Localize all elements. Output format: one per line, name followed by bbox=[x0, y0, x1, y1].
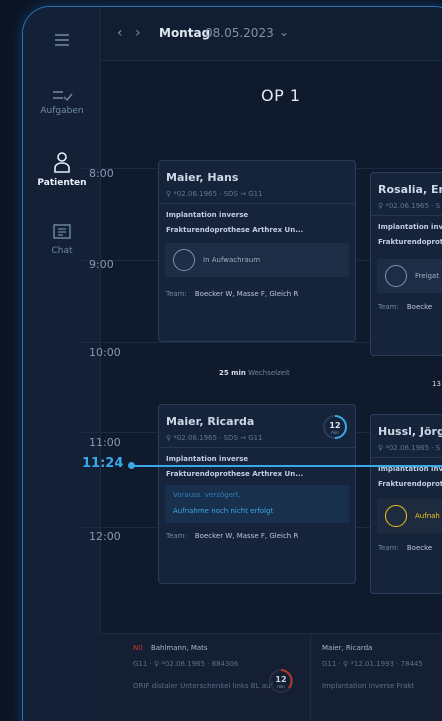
chat-icon bbox=[53, 224, 71, 239]
room-header: OP 1 bbox=[101, 61, 442, 161]
bottom-timer-ring: 12 min bbox=[268, 668, 294, 694]
procedure-line-2: Frakturendoprot bbox=[378, 238, 442, 246]
patient-name: Rosalia, Ema bbox=[378, 183, 442, 196]
chevron-down-icon[interactable]: ⌄ bbox=[279, 25, 289, 39]
time-label: 9:00 bbox=[89, 258, 114, 271]
procedure-line-1: Implantation inverse bbox=[166, 211, 249, 219]
bottom-item-procedure: ORIF distaler Unterschenkel links BL auf bbox=[133, 682, 273, 690]
procedure-line-2: Frakturendoprothese Arthrex Un... bbox=[166, 470, 304, 478]
status-text: Freigat bbox=[415, 272, 439, 280]
bottom-panel: N0 Bahlmann, Mats G11 · ♀ *02.06.1965 · … bbox=[100, 633, 442, 721]
tablet-frame: Aufgaben Patienten Chat ‹ › Montag 08.05… bbox=[22, 6, 442, 721]
team-members: Boecker W, Masse F, Gleich R bbox=[194, 290, 299, 298]
status-text: Aufnah bbox=[415, 512, 440, 520]
patient-name: Bahlmann, Mats bbox=[150, 644, 208, 652]
admission-text: Aufnahme noch nicht erfolgt bbox=[173, 507, 274, 515]
divider bbox=[310, 634, 311, 721]
current-time-line bbox=[131, 465, 442, 467]
sidebar-item-aufgaben[interactable]: Aufgaben bbox=[23, 87, 101, 116]
team-members: Boecke bbox=[406, 544, 433, 552]
status-text: In Aufwachraum bbox=[203, 256, 261, 264]
patient-meta: ♀ *02.06.1965 · S bbox=[378, 202, 441, 210]
room-title: OP 1 bbox=[261, 86, 301, 105]
sidebar-item-chat[interactable]: Chat bbox=[23, 223, 101, 256]
date-toolbar: ‹ › Montag 08.05.2023 ⌄ bbox=[101, 7, 442, 61]
delay-text: Vorauss. verzögert. bbox=[173, 491, 241, 499]
current-time: 11:24 bbox=[82, 456, 124, 471]
team-members: Boecke bbox=[406, 303, 433, 311]
surgery-card[interactable]: Maier, Ricarda ♀ *02.06.1965 · SDS → G11… bbox=[158, 404, 356, 584]
prev-day-button[interactable]: ‹ bbox=[117, 25, 131, 41]
team-label: Team: bbox=[378, 544, 399, 552]
bottom-item-meta: G11 · ♀ *12.01.1993 · 78445 bbox=[322, 660, 423, 668]
check-circle-icon bbox=[385, 265, 407, 287]
time-label: 11:00 bbox=[89, 436, 121, 449]
divider bbox=[159, 203, 355, 204]
date-day[interactable]: Montag bbox=[159, 26, 210, 40]
team: Team: Boecke bbox=[378, 544, 432, 552]
changeover-time: 25 min Wechselzeit bbox=[219, 369, 290, 377]
time-label: 8:00 bbox=[89, 167, 114, 180]
divider bbox=[159, 447, 355, 448]
timer-unit: min bbox=[277, 684, 285, 689]
team-label: Team: bbox=[378, 303, 399, 311]
procedure-line-1: Implantation inve bbox=[378, 223, 442, 231]
status-row: In Aufwachraum bbox=[165, 243, 349, 277]
patient-name: Maier, Ricarda bbox=[166, 415, 255, 428]
changeover-value-2: 13 bbox=[432, 380, 441, 388]
timer-unit: min bbox=[331, 430, 339, 435]
divider bbox=[371, 215, 442, 216]
bottom-item-bahlmann[interactable]: N0 Bahlmann, Mats bbox=[133, 644, 208, 652]
divider bbox=[371, 457, 442, 458]
surgery-card[interactable]: Hussl, Jörg ♀ *02.06.1965 · S Implantati… bbox=[370, 414, 442, 594]
sidebar: Aufgaben Patienten Chat bbox=[23, 7, 101, 721]
patient-meta: ♀ *02.06.1965 · SDS → G11 bbox=[166, 434, 263, 442]
menu-button[interactable] bbox=[23, 33, 101, 47]
patient-meta: ♀ *02.06.1965 · SDS → G11 bbox=[166, 190, 263, 198]
bottom-item-ricarda[interactable]: Maier, Ricarda bbox=[322, 644, 372, 652]
surgery-card[interactable]: Maier, Hans ♀ *02.06.1965 · SDS → G11 Im… bbox=[158, 160, 356, 342]
bottom-item-procedure: Implantation inverse Frakt bbox=[322, 682, 415, 690]
tasks-icon bbox=[53, 91, 73, 102]
sidebar-item-label: Aufgaben bbox=[40, 106, 84, 116]
recovery-bed-icon bbox=[173, 249, 195, 271]
status-row: Freigat bbox=[377, 259, 442, 293]
warning-icon bbox=[385, 505, 407, 527]
procedure-line-2: Frakturendoprot bbox=[378, 480, 442, 488]
timer-value: 12 bbox=[329, 421, 341, 430]
date-value[interactable]: 08.05.2023 bbox=[205, 26, 274, 40]
patient-icon bbox=[54, 152, 70, 173]
time-label: 10:00 bbox=[89, 346, 121, 359]
priority-badge: N0 bbox=[133, 644, 143, 652]
bottom-item-meta: G11 · ♀ *02.06.1965 · 884306 bbox=[133, 660, 239, 668]
surgery-card[interactable]: Rosalia, Ema ♀ *02.06.1965 · S Implantat… bbox=[370, 172, 442, 356]
status-row: Aufnah bbox=[377, 499, 442, 533]
timer-ring: 12 min bbox=[322, 414, 348, 440]
delay-box: Vorauss. verzögert. Aufnahme noch nicht … bbox=[165, 485, 349, 523]
sidebar-item-label: Chat bbox=[51, 246, 73, 256]
team: Team: Boecker W, Masse F, Gleich R bbox=[166, 532, 298, 540]
team-members: Boecker W, Masse F, Gleich R bbox=[194, 532, 299, 540]
team-label: Team: bbox=[166, 532, 187, 540]
next-day-button[interactable]: › bbox=[135, 25, 149, 41]
team: Team: Boecker W, Masse F, Gleich R bbox=[166, 290, 298, 298]
patient-meta: ♀ *02.06.1965 · S bbox=[378, 444, 441, 452]
team: Team: Boecke bbox=[378, 303, 432, 311]
patient-name: Maier, Hans bbox=[166, 171, 239, 184]
procedure-line-1: Implantation inverse bbox=[166, 455, 249, 463]
timer-value: 12 bbox=[275, 675, 287, 684]
changeover-label: Wechselzeit bbox=[248, 369, 290, 377]
procedure-line-2: Frakturendoprothese Arthrex Un... bbox=[166, 226, 304, 234]
patient-name: Hussl, Jörg bbox=[378, 425, 442, 438]
hamburger-icon bbox=[55, 34, 69, 46]
stage: Aufgaben Patienten Chat ‹ › Montag 08.05… bbox=[0, 0, 442, 721]
changeover-value: 25 min bbox=[219, 369, 246, 377]
team-label: Team: bbox=[166, 290, 187, 298]
time-label: 12:00 bbox=[89, 530, 121, 543]
